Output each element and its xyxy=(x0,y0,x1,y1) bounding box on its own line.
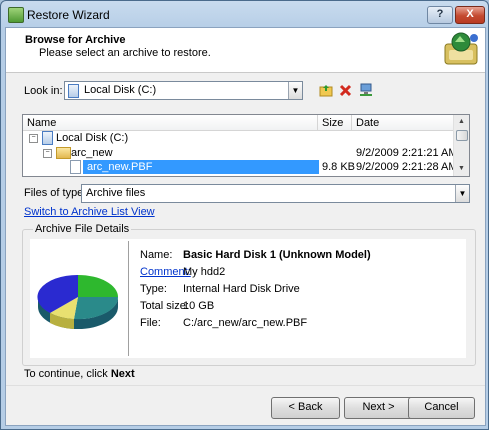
tree-row-arc-new-folder[interactable]: − arc_new 9/2/2009 2:21:21 AM xyxy=(23,146,458,160)
local-disk-icon xyxy=(68,84,79,98)
name-value: Basic Hard Disk 1 (Unknown Model) xyxy=(183,249,371,261)
column-header-size[interactable]: Size xyxy=(322,117,343,129)
network-computer-icon[interactable] xyxy=(359,83,373,97)
tree-item-label: Local Disk (C:) xyxy=(56,132,129,144)
group-title: Archive File Details xyxy=(33,223,132,235)
look-in-dropdown[interactable]: Local Disk (C:) ▼ xyxy=(64,81,303,100)
collapse-icon[interactable]: − xyxy=(29,134,38,143)
disk-usage-pie-icon xyxy=(37,274,119,329)
collapse-icon[interactable]: − xyxy=(43,149,52,158)
archive-file-list[interactable]: Name Size Date − Local Disk (C:) − arc_n… xyxy=(22,114,470,177)
look-in-label: Look in: xyxy=(24,85,63,97)
close-button[interactable]: X xyxy=(455,6,485,24)
column-header-name[interactable]: Name xyxy=(27,117,56,129)
total-size-value: 10 GB xyxy=(183,300,215,312)
file-label: File: xyxy=(140,317,161,329)
page-title: Browse for Archive xyxy=(25,34,126,46)
file-size: 9.8 KB xyxy=(322,161,356,173)
archive-file-details-group: Archive File Details Name: Basic Hard Di… xyxy=(22,223,476,366)
archive-file-icon xyxy=(70,160,81,174)
help-button[interactable]: ? xyxy=(427,6,453,24)
files-of-type-value: Archive files xyxy=(86,187,146,199)
look-in-value: Local Disk (C:) xyxy=(84,84,157,96)
continue-hint-prefix: To continue, click xyxy=(24,368,111,380)
type-label: Type: xyxy=(140,283,167,295)
tree-item-label: arc_new xyxy=(71,147,113,159)
back-button[interactable]: < Back xyxy=(271,397,340,419)
comment-value: My hdd2 xyxy=(183,266,226,278)
file-path-value: C:/arc_new/arc_new.PBF xyxy=(183,317,308,329)
chevron-down-icon[interactable]: ▼ xyxy=(455,185,469,202)
details-divider xyxy=(128,241,129,356)
up-folder-icon[interactable] xyxy=(319,83,333,97)
wizard-header: Browse for Archive Please select an arch… xyxy=(6,28,485,73)
cancel-button[interactable]: Cancel xyxy=(408,397,475,419)
file-name: arc_new.PBF xyxy=(87,161,153,173)
file-list-scrollbar[interactable]: ▲ ▼ xyxy=(453,115,469,176)
restore-wizard-app-icon xyxy=(8,7,24,23)
type-value: Internal Hard Disk Drive xyxy=(183,283,300,295)
wizard-client-area: Browse for Archive Please select an arch… xyxy=(5,27,486,426)
continue-hint-action: Next xyxy=(110,368,135,380)
folder-icon xyxy=(56,147,71,159)
local-disk-icon xyxy=(42,131,53,145)
chevron-down-icon[interactable]: ▼ xyxy=(288,82,302,99)
scroll-down-icon[interactable]: ▼ xyxy=(455,162,468,175)
restore-wizard-window: Restore Wizard ? X Browse for Archive Pl… xyxy=(0,0,489,430)
total-size-label: Total size: xyxy=(140,300,189,312)
files-of-type-dropdown[interactable]: Archive files ▼ xyxy=(81,184,470,203)
title-bar[interactable]: Restore Wizard ? X xyxy=(1,1,488,27)
next-button[interactable]: Next > xyxy=(344,397,413,419)
tree-row-local-disk[interactable]: − Local Disk (C:) xyxy=(23,131,453,145)
file-date: 9/2/2009 2:21:28 AM xyxy=(356,161,458,173)
page-subtitle: Please select an archive to restore. xyxy=(39,47,211,59)
tree-row-arc-new-pbf[interactable]: arc_new.PBF 9.8 KB 9/2/2009 2:21:28 AM xyxy=(23,160,458,174)
column-header-date[interactable]: Date xyxy=(356,117,379,129)
details-panel: Name: Basic Hard Disk 1 (Unknown Model) … xyxy=(30,239,466,358)
footer-separator xyxy=(6,385,485,386)
file-list-header: Name Size Date xyxy=(23,115,469,131)
name-label: Name: xyxy=(140,249,173,261)
switch-to-archive-list-link[interactable]: Switch to Archive List View xyxy=(24,206,155,218)
wizard-disk-icon xyxy=(444,32,478,65)
file-date: 9/2/2009 2:21:21 AM xyxy=(356,147,458,159)
scroll-up-icon[interactable]: ▲ xyxy=(455,115,468,128)
column-separator xyxy=(351,115,352,130)
delete-icon[interactable] xyxy=(339,83,353,97)
scroll-thumb[interactable] xyxy=(456,130,468,141)
continue-hint: To continue, click Next xyxy=(24,368,135,380)
column-separator xyxy=(317,115,318,130)
files-of-type-label: Files of type: xyxy=(24,187,87,199)
window-title: Restore Wizard xyxy=(27,8,110,22)
